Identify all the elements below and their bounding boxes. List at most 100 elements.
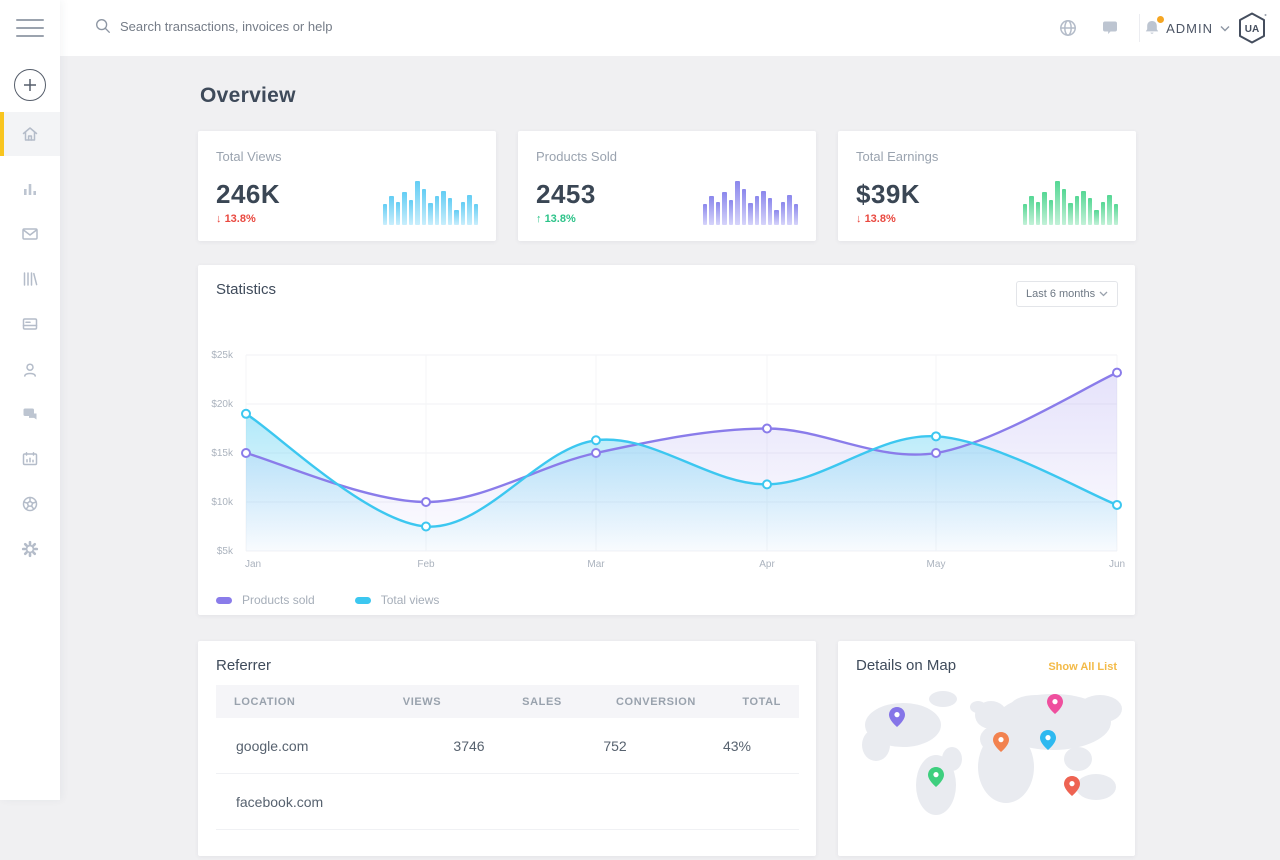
- statistics-card: Statistics Last 6 months $25k$20k$15k$10…: [198, 265, 1135, 615]
- menu-toggle-icon[interactable]: [16, 19, 44, 37]
- spark-bar: [735, 181, 740, 225]
- spark-bar: [402, 192, 407, 225]
- calendar-icon: [20, 449, 40, 469]
- brand-logo[interactable]: UA: [1234, 11, 1270, 45]
- sidebar-item-calendar[interactable]: [0, 437, 60, 481]
- world-map: [848, 687, 1125, 855]
- stat-card-products-sold: Products Sold 2453 ↑ 13.8%: [518, 131, 816, 241]
- column-header: SALES: [522, 696, 562, 708]
- chat-icon[interactable]: [1100, 18, 1120, 38]
- map-pin[interactable]: [1064, 776, 1080, 796]
- column-header: CONVERSION: [616, 696, 696, 708]
- spark-bar: [1081, 191, 1086, 226]
- svg-text:$15k: $15k: [211, 448, 234, 459]
- spark-bar: [787, 195, 792, 225]
- spark-bar: [729, 200, 734, 225]
- stat-value: 246K: [216, 179, 280, 210]
- messages-icon: [20, 404, 40, 424]
- sidebar-item-chat[interactable]: [0, 392, 60, 436]
- stat-delta: ↑ 13.8%: [536, 213, 576, 225]
- column-header: TOTAL: [742, 696, 781, 708]
- search-bar: [94, 17, 460, 35]
- add-button[interactable]: [14, 69, 46, 101]
- range-dropdown[interactable]: Last 6 months: [1016, 281, 1118, 307]
- wallet-icon: [20, 314, 40, 334]
- sidebar-item-home[interactable]: [0, 112, 60, 156]
- svg-text:$10k: $10k: [211, 497, 234, 508]
- spark-bar: [1023, 204, 1028, 225]
- svg-text:Jun: Jun: [1109, 559, 1125, 570]
- spark-bar: [1068, 203, 1073, 225]
- spark-bar: [761, 191, 766, 226]
- spark-bar: [1107, 195, 1112, 225]
- notification-badge: [1157, 16, 1164, 23]
- sidebar-item-world[interactable]: [0, 482, 60, 526]
- legend-item-total-views: Total views: [355, 593, 440, 607]
- stat-card-total-earnings: Total Earnings $39K ↓ 13.8%: [838, 131, 1136, 241]
- table-cell: 43%: [723, 738, 751, 754]
- spark-bar: [781, 202, 786, 225]
- spark-bar: [1101, 202, 1106, 225]
- card-title: Statistics: [216, 281, 276, 298]
- svg-text:Mar: Mar: [587, 559, 605, 570]
- table-header: LOCATION VIEWS SALES CONVERSION TOTAL: [216, 685, 799, 718]
- settings-icon: [20, 539, 40, 559]
- table-cell: facebook.com: [236, 794, 323, 810]
- trend-arrow-icon: ↓: [216, 213, 222, 225]
- chevron-down-icon: [1220, 25, 1230, 32]
- stat-title: Products Sold: [536, 149, 617, 164]
- spark-bar: [1036, 202, 1041, 225]
- spark-bar: [1088, 198, 1093, 225]
- spark-bar: [448, 198, 453, 225]
- table-cell: google.com: [236, 738, 308, 754]
- spark-bar: [474, 204, 479, 225]
- sidebar-item-mail[interactable]: [0, 212, 60, 256]
- stat-card-total-views: Total Views 246K ↓ 13.8%: [198, 131, 496, 241]
- globe-icon[interactable]: [1058, 18, 1078, 38]
- admin-label: ADMIN: [1166, 21, 1213, 36]
- trend-arrow-icon: ↑: [536, 213, 542, 225]
- spark-bar: [428, 203, 433, 225]
- spark-bar: [1114, 204, 1119, 225]
- spark-bar: [703, 204, 708, 225]
- topbar-divider: [1139, 14, 1140, 42]
- spark-bar: [441, 191, 446, 226]
- spark-bar: [1029, 196, 1034, 225]
- stat-title: Total Earnings: [856, 149, 938, 164]
- logo-text: UA: [1245, 24, 1259, 35]
- sidebar-item-products[interactable]: [0, 257, 60, 301]
- sidebar-item-analytics[interactable]: [0, 167, 60, 211]
- spark-bar: [1055, 181, 1060, 225]
- spark-bar: [435, 196, 440, 225]
- stat-delta: ↓ 13.8%: [856, 213, 896, 225]
- spark-bar: [396, 202, 401, 225]
- sidebar-item-customers[interactable]: [0, 348, 60, 392]
- sidebar-item-wallet[interactable]: [0, 302, 60, 346]
- spark-bar: [409, 200, 414, 225]
- spark-bar: [722, 192, 727, 225]
- stat-value: 2453: [536, 179, 596, 210]
- user-icon: [20, 360, 40, 380]
- table-cell: 3746: [453, 738, 484, 754]
- svg-text:May: May: [927, 559, 946, 570]
- spark-bar: [1094, 210, 1099, 225]
- spark-bar: [774, 210, 779, 225]
- sidebar-item-settings[interactable]: [0, 527, 60, 571]
- search-input[interactable]: [120, 19, 460, 34]
- spark-bar: [748, 203, 753, 225]
- sparkline-chart: [383, 179, 479, 225]
- show-all-list-link[interactable]: Show All List: [1048, 661, 1117, 673]
- spark-bar: [755, 196, 760, 225]
- spark-bar: [1062, 189, 1067, 225]
- products-icon: [20, 269, 40, 289]
- spark-bar: [1042, 192, 1047, 225]
- bell-icon[interactable]: [1142, 18, 1162, 38]
- column-header: LOCATION: [234, 696, 295, 708]
- spark-bar: [467, 195, 472, 225]
- referrer-table: LOCATION VIEWS SALES CONVERSION TOTAL go…: [216, 685, 799, 830]
- legend-item-products-sold: Products sold: [216, 593, 315, 607]
- admin-menu[interactable]: ADMIN: [1166, 0, 1230, 56]
- card-title: Referrer: [216, 657, 271, 674]
- home-icon: [20, 124, 40, 144]
- stat-value: $39K: [856, 179, 920, 210]
